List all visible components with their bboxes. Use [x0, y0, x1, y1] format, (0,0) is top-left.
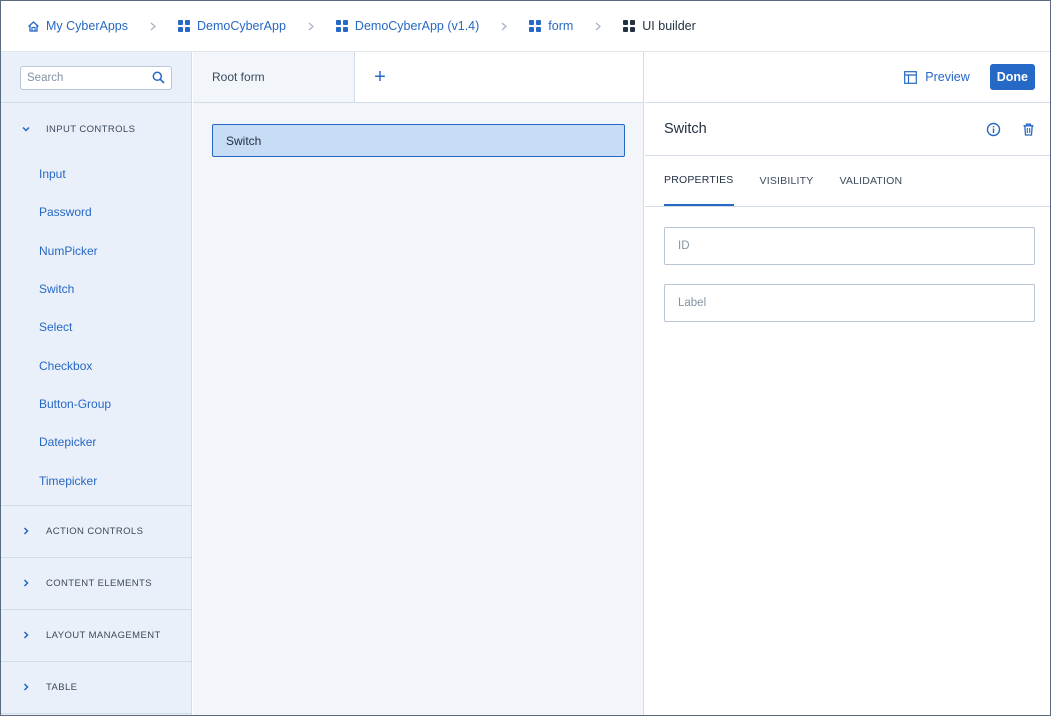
apps-grid-icon — [623, 19, 636, 33]
palette-item-timepicker[interactable]: Timepicker — [1, 461, 191, 499]
palette-item-input[interactable]: Input — [1, 155, 191, 193]
breadcrumb-democyberapp-version[interactable]: DemoCyberApp (v1.4) — [335, 19, 480, 33]
chevron-right-icon — [595, 22, 602, 31]
breadcrumb-label: form — [548, 19, 574, 33]
add-tab-button[interactable]: + — [355, 52, 405, 102]
properties-panel: Preview Done Switch PROPERTIES VISIBILIT… — [645, 52, 1050, 715]
search-box — [20, 66, 172, 90]
section-input-controls[interactable]: INPUT CONTROLS — [1, 103, 191, 155]
tab-validation[interactable]: VALIDATION — [839, 156, 902, 206]
search-input[interactable] — [21, 67, 141, 89]
palette-item-button-group[interactable]: Button-Group — [1, 385, 191, 423]
breadcrumb-democyberapp[interactable]: DemoCyberApp — [177, 19, 286, 33]
chevron-right-icon — [150, 22, 156, 31]
breadcrumb-my-cyberapps[interactable]: My CyberApps — [27, 19, 128, 33]
section-label: CONTENT ELEMENTS — [46, 577, 152, 589]
tab-properties[interactable]: PROPERTIES — [664, 156, 734, 206]
breadcrumb-ui-builder: UI builder — [623, 19, 696, 33]
apps-grid-icon — [335, 19, 349, 33]
preview-button[interactable]: Preview — [904, 70, 970, 84]
done-button[interactable]: Done — [989, 64, 1035, 90]
apps-grid-icon — [177, 19, 191, 33]
section-layout-management[interactable]: LAYOUT MANAGEMENT — [1, 610, 191, 662]
chevron-right-icon — [308, 22, 314, 31]
form-tabs: Root form + — [193, 52, 643, 103]
palette-item-switch[interactable]: Switch — [1, 270, 191, 308]
plus-icon: + — [374, 65, 386, 88]
tab-root-form[interactable]: Root form — [193, 52, 355, 102]
breadcrumb-label: DemoCyberApp (v1.4) — [354, 19, 480, 33]
palette-item-checkbox[interactable]: Checkbox — [1, 346, 191, 384]
palette-item-datepicker[interactable]: Datepicker — [1, 423, 191, 461]
search-area — [1, 52, 191, 103]
form-canvas: Root form + Switch — [193, 52, 644, 715]
home-icon — [27, 20, 40, 33]
section-label: LAYOUT MANAGEMENT — [46, 629, 161, 641]
panel-toolbar: Preview Done — [645, 52, 1050, 103]
palette-item-numpicker[interactable]: NumPicker — [1, 232, 191, 270]
id-input[interactable] — [665, 228, 1034, 264]
panel-header: Switch — [645, 103, 1050, 156]
form-element-switch[interactable]: Switch — [212, 124, 625, 157]
palette-item-password[interactable]: Password — [1, 193, 191, 231]
chevron-right-icon — [21, 526, 31, 536]
palette-item-select[interactable]: Select — [1, 308, 191, 346]
input-controls-list: Input Password NumPicker Switch Select C… — [1, 155, 191, 506]
chevron-down-icon — [21, 124, 31, 134]
label-input[interactable] — [665, 285, 1034, 321]
apps-grid-icon — [529, 19, 542, 33]
section-action-controls[interactable]: ACTION CONTROLS — [1, 506, 191, 558]
chevron-right-icon — [21, 682, 31, 692]
section-label: TABLE — [46, 681, 78, 693]
chevron-right-icon — [501, 22, 508, 31]
info-icon[interactable] — [986, 122, 1001, 137]
section-table[interactable]: TABLE — [1, 662, 191, 714]
ui-builder-window: My CyberApps DemoCyberApp DemoCyberApp (… — [0, 0, 1051, 716]
search-icon[interactable] — [152, 71, 165, 84]
section-label: INPUT CONTROLS — [46, 123, 136, 135]
breadcrumb-label: UI builder — [642, 19, 696, 33]
breadcrumb-label: My CyberApps — [46, 19, 128, 33]
trash-icon[interactable] — [1021, 122, 1036, 137]
preview-label: Preview — [925, 70, 970, 84]
component-palette: INPUT CONTROLS Input Password NumPicker … — [1, 52, 192, 715]
panel-title: Switch — [664, 121, 707, 137]
chevron-right-icon — [21, 630, 31, 640]
breadcrumb-label: DemoCyberApp — [196, 19, 286, 33]
panel-tabs: PROPERTIES VISIBILITY VALIDATION — [645, 156, 1050, 207]
section-label: ACTION CONTROLS — [46, 525, 144, 537]
chevron-right-icon — [21, 578, 31, 588]
breadcrumb-form[interactable]: form — [529, 19, 573, 33]
section-content-elements[interactable]: CONTENT ELEMENTS — [1, 558, 191, 610]
layout-icon — [904, 70, 918, 84]
breadcrumb: My CyberApps DemoCyberApp DemoCyberApp (… — [1, 1, 1050, 52]
panel-actions — [966, 122, 1036, 137]
id-field — [664, 227, 1035, 265]
tab-visibility[interactable]: VISIBILITY — [760, 156, 814, 206]
label-field — [664, 284, 1035, 322]
